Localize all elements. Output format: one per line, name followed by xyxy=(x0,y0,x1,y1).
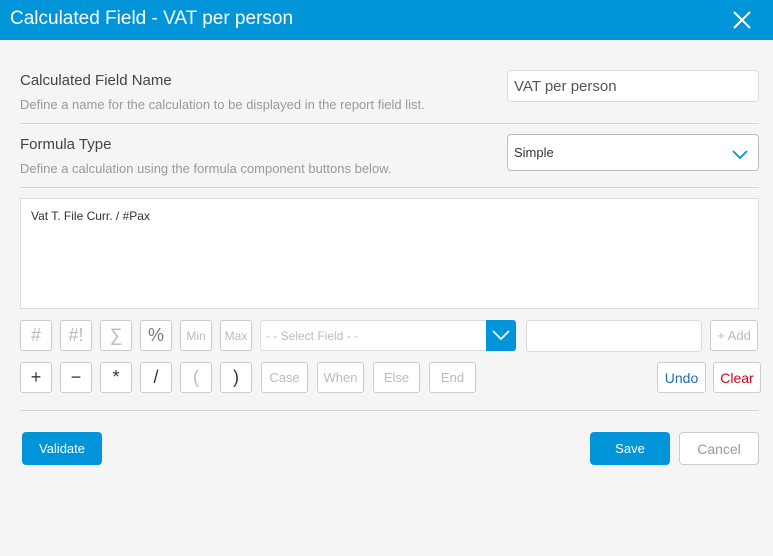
validate-button[interactable]: Validate xyxy=(22,432,102,465)
formula-type-value: Simple xyxy=(514,145,554,160)
formula-type-select[interactable]: Simple xyxy=(507,134,759,171)
percent-button[interactable]: % xyxy=(140,320,172,351)
clear-button[interactable]: Clear xyxy=(713,362,761,393)
field-name-label: Calculated Field Name xyxy=(20,72,172,89)
else-button[interactable]: Else xyxy=(373,362,420,393)
field-name-description: Define a name for the calculation to be … xyxy=(20,97,425,112)
select-field-placeholder: - - Select Field - - xyxy=(266,329,359,343)
close-button[interactable] xyxy=(730,8,754,32)
divide-button[interactable]: / xyxy=(140,362,172,393)
add-button[interactable]: + Add xyxy=(710,320,758,351)
max-button[interactable]: Max xyxy=(220,320,252,351)
min-button[interactable]: Min xyxy=(180,320,212,351)
divider xyxy=(20,123,759,124)
calculated-field-dialog: Calculated Field - VAT per person Calcul… xyxy=(0,0,773,556)
plus-button[interactable]: + xyxy=(20,362,52,393)
divider xyxy=(20,187,759,188)
title-bar: Calculated Field - VAT per person xyxy=(0,0,773,40)
number-button[interactable]: # xyxy=(20,320,52,351)
open-paren-button[interactable]: ( xyxy=(180,362,212,393)
case-button[interactable]: Case xyxy=(261,362,308,393)
multiply-button[interactable]: * xyxy=(100,362,132,393)
sum-button[interactable]: ∑ xyxy=(100,320,132,351)
formula-type-description: Define a calculation using the formula c… xyxy=(20,161,392,176)
chevron-down-icon xyxy=(492,330,510,341)
select-field-dropdown[interactable]: - - Select Field - - xyxy=(260,320,516,351)
save-button[interactable]: Save xyxy=(590,432,670,465)
number-constant-button[interactable]: #! xyxy=(60,320,92,351)
field-name-input[interactable] xyxy=(507,70,759,102)
formula-editor[interactable]: Vat T. File Curr. / #Pax xyxy=(20,198,759,309)
chevron-down-icon xyxy=(732,147,748,165)
cancel-button[interactable]: Cancel xyxy=(679,432,759,465)
end-button[interactable]: End xyxy=(429,362,476,393)
dialog-title: Calculated Field - VAT per person xyxy=(10,8,294,29)
when-button[interactable]: When xyxy=(317,362,364,393)
close-icon xyxy=(733,11,751,29)
formula-type-label: Formula Type xyxy=(20,136,112,153)
value-input[interactable] xyxy=(526,320,702,352)
divider xyxy=(20,410,759,411)
minus-button[interactable]: − xyxy=(60,362,92,393)
close-paren-button[interactable]: ) xyxy=(220,362,252,393)
undo-button[interactable]: Undo xyxy=(657,362,706,393)
dropdown-arrow-button[interactable] xyxy=(486,320,516,351)
